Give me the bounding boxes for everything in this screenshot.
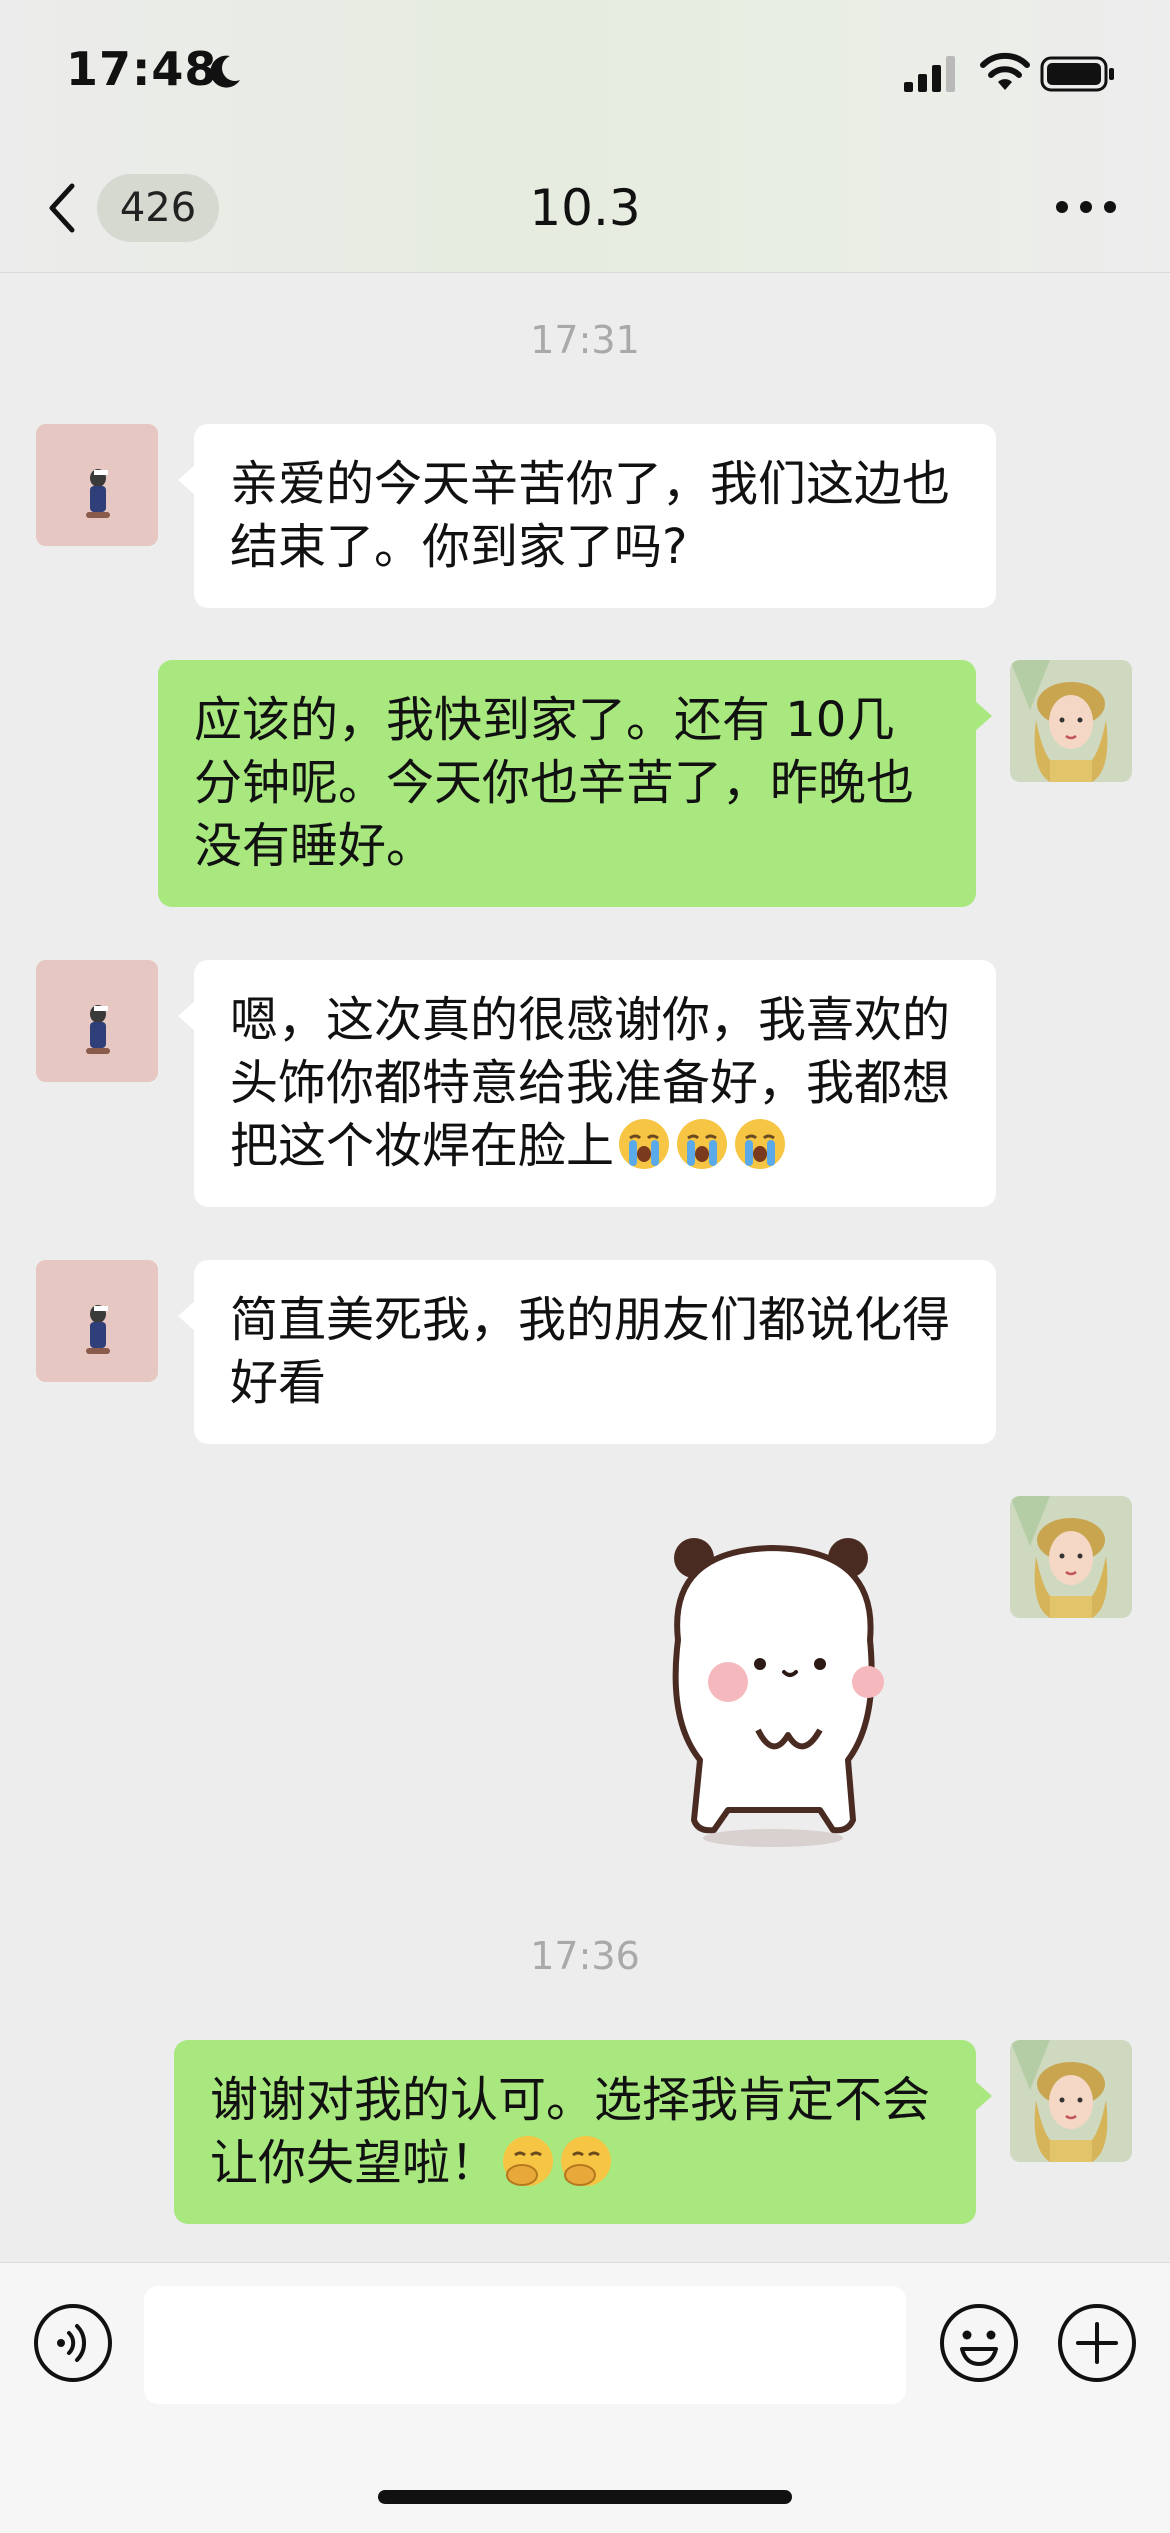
my-avatar[interactable] bbox=[1010, 2040, 1132, 2162]
chat-header: 17:48 426 10.3 bbox=[0, 0, 1170, 273]
message-input[interactable] bbox=[144, 2286, 906, 2404]
crying-face-icon bbox=[619, 1119, 670, 1169]
message-text: 应该的，我快到家了。还有 10几分钟呢。今天你也辛苦了，昨晚也没有睡好。 bbox=[194, 692, 915, 874]
chat-title: 10.3 bbox=[529, 179, 641, 237]
crying-face-icon bbox=[735, 1119, 786, 1169]
panda-sticker[interactable] bbox=[648, 1520, 898, 1850]
more-functions-button[interactable] bbox=[1056, 2302, 1138, 2384]
message-bubble-sent[interactable]: 谢谢对我的认可。选择我肯定不会让你失望啦！ bbox=[174, 2040, 992, 2224]
my-avatar[interactable] bbox=[1010, 1496, 1132, 1618]
message-text: 嗯，这次真的很感谢你，我喜欢的头饰你都特意给我准备好，我都想把这个妆焊在脸上 bbox=[230, 992, 951, 1174]
timestamp: 17:31 bbox=[530, 318, 640, 362]
cellular-signal-icon bbox=[904, 56, 955, 92]
message-text: 简直美死我，我的朋友们都说化得好看 bbox=[230, 1292, 951, 1411]
hand-over-mouth-face-icon bbox=[561, 2136, 612, 2186]
message-text: 亲爱的今天辛苦你了，我们这边也结束了。你到家了吗? bbox=[230, 456, 951, 575]
more-options-button[interactable] bbox=[1050, 190, 1122, 224]
timestamp: 17:36 bbox=[530, 1934, 640, 1978]
contact-avatar[interactable] bbox=[36, 1260, 158, 1382]
contact-avatar[interactable] bbox=[36, 960, 158, 1082]
message-bubble-sent[interactable]: 应该的，我快到家了。还有 10几分钟呢。今天你也辛苦了，昨晚也没有睡好。 bbox=[158, 660, 992, 907]
home-indicator[interactable] bbox=[378, 2490, 792, 2504]
voice-input-button[interactable] bbox=[32, 2302, 114, 2384]
battery-icon bbox=[1040, 56, 1114, 92]
moon-icon bbox=[210, 55, 240, 88]
my-avatar[interactable] bbox=[1010, 660, 1132, 782]
contact-avatar[interactable] bbox=[36, 424, 158, 546]
message-bubble-received[interactable]: 嗯，这次真的很感谢你，我喜欢的头饰你都特意给我准备好，我都想把这个妆焊在脸上 bbox=[178, 960, 996, 1207]
message-bubble-received[interactable]: 简直美死我，我的朋友们都说化得好看 bbox=[178, 1260, 996, 1444]
status-time: 17:48 bbox=[66, 42, 218, 96]
crying-face-icon bbox=[677, 1119, 728, 1169]
hand-over-mouth-face-icon bbox=[503, 2136, 554, 2186]
message-bubble-received[interactable]: 亲爱的今天辛苦你了，我们这边也结束了。你到家了吗? bbox=[178, 424, 996, 608]
emoji-button[interactable] bbox=[938, 2302, 1020, 2384]
wifi-icon bbox=[980, 52, 1030, 90]
